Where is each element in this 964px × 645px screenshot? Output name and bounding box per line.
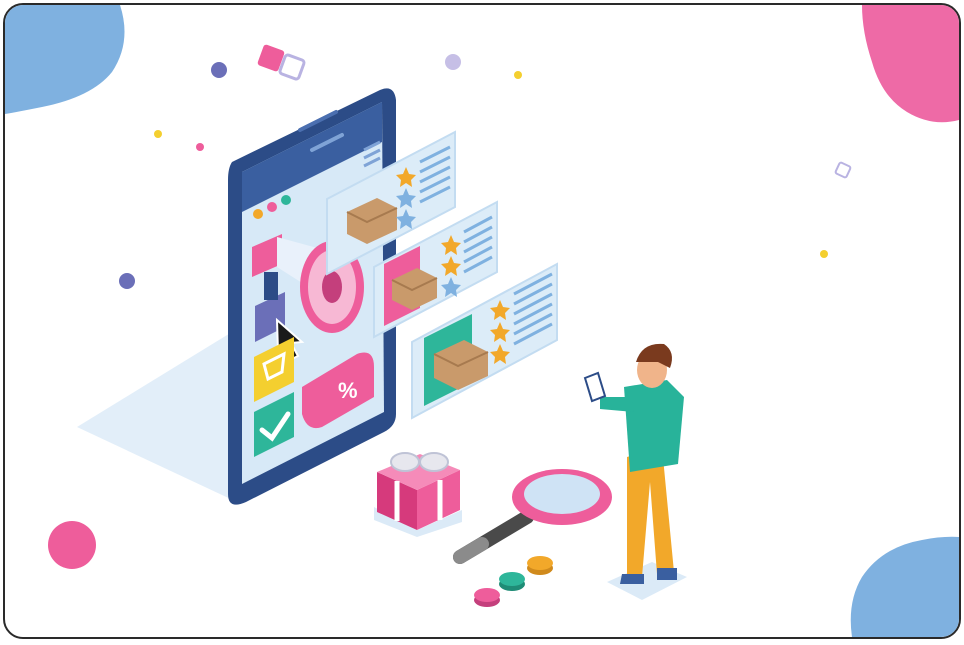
illustration-frame: % bbox=[3, 3, 961, 639]
confetti-dot bbox=[445, 54, 461, 70]
corner-blob-top-right bbox=[862, 5, 959, 123]
confetti-dot bbox=[514, 71, 522, 79]
confetti-dot bbox=[211, 62, 227, 78]
phone-in-hand bbox=[583, 371, 607, 403]
corner-blob-bottom-right bbox=[850, 536, 959, 637]
confetti-dot bbox=[119, 273, 135, 289]
confetti-dot bbox=[820, 250, 828, 258]
discount-badge-text: % bbox=[338, 378, 358, 403]
confetti-diamond-outline bbox=[834, 161, 852, 179]
corner-blob-top-left bbox=[5, 5, 125, 114]
illustration-canvas: % bbox=[0, 0, 964, 645]
magnifier-icon bbox=[453, 469, 612, 564]
shopper-person bbox=[583, 343, 687, 600]
confetti-dot-large bbox=[48, 521, 96, 569]
coin-icon bbox=[474, 556, 553, 607]
confetti-dot bbox=[196, 143, 204, 151]
gift-icon bbox=[374, 452, 462, 537]
ecommerce-illustration: % bbox=[5, 5, 959, 637]
confetti-diamond-outline bbox=[278, 53, 306, 81]
confetti-dot bbox=[154, 130, 162, 138]
